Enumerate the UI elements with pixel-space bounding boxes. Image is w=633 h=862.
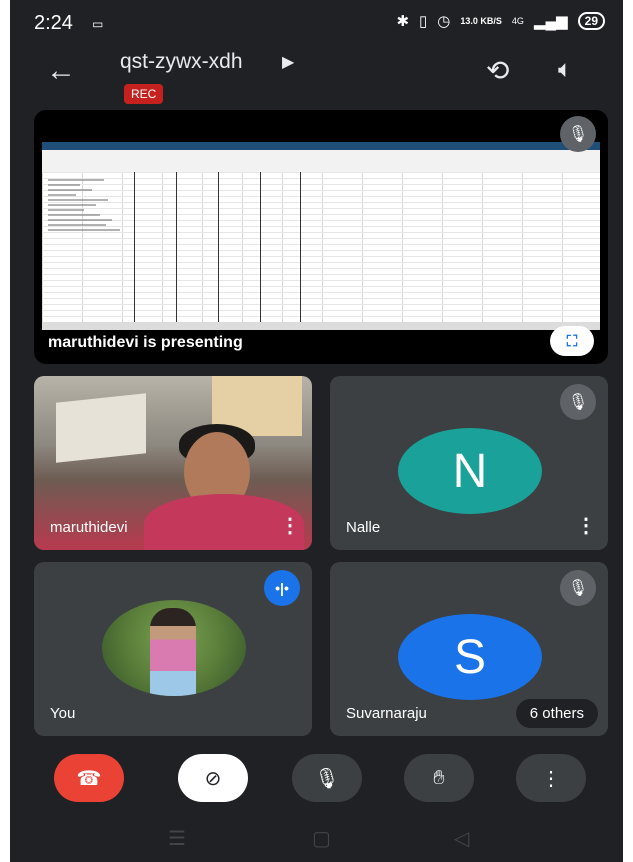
raise-hand-button[interactable]: ✋︎ (404, 754, 474, 802)
speaker-icon[interactable]: 🔈︎ (558, 56, 572, 84)
mic-icon: 🎙︎ (314, 767, 340, 790)
participant-tile-you[interactable]: •|• You (34, 562, 312, 736)
excel-sheet-tabs (42, 322, 600, 330)
more-vert-icon: ⋮ (541, 767, 561, 790)
phone-hangup-icon: ☎ (76, 767, 102, 790)
meet-app-screen: 2:24 ▭ ✱ ▯ ◷ 13.0 KB/S 4G ▂▄▆ 29 ← qst-z… (10, 0, 623, 862)
avatar: S (398, 614, 542, 700)
bluetooth-icon: ✱ (396, 13, 410, 30)
signal-icon: ▂▄▆ (533, 13, 568, 30)
avatar: N (398, 428, 542, 514)
participant-name: Suvarnaraju (346, 705, 427, 722)
app-bar: ← qst-zywx-xdh ▶ REC ⟲ 🔈︎ (10, 44, 623, 114)
status-time: 2:24 (34, 12, 73, 34)
participant-name: maruthidevi (50, 519, 128, 536)
speaking-indicator-icon: •|• (264, 570, 300, 606)
microphone-button[interactable]: 🎙︎ (292, 754, 362, 802)
meeting-code[interactable]: qst-zywx-xdh (120, 50, 243, 74)
hand-icon: ✋︎ (433, 766, 445, 789)
alarm-icon: ◷ (437, 13, 451, 30)
excel-column-a (48, 176, 128, 276)
excel-ribbon (42, 150, 600, 173)
fullscreen-icon[interactable]: ⛶ (550, 326, 594, 356)
vibrate-icon: ▯ (419, 13, 428, 30)
caret-right-icon[interactable]: ▶ (282, 52, 294, 72)
participant-tile-maruthidevi[interactable]: maruthidevi ⋮ (34, 376, 312, 550)
presenting-label: maruthidevi is presenting (48, 334, 243, 351)
presentation-tile[interactable]: 🎙︎ maruthidevi is presenting ⛶ (34, 110, 608, 364)
excel-title-bar (42, 142, 600, 150)
more-vert-icon[interactable]: ⋮ (280, 513, 300, 538)
screen-record-icon: ▭ (92, 17, 104, 31)
more-vert-icon[interactable]: ⋮ (576, 513, 596, 538)
network-speed: 13.0 KB/S (460, 16, 502, 26)
camera-toggle-button[interactable]: ⊘ (178, 754, 248, 802)
mic-off-icon: 🎙︎ (560, 116, 596, 152)
avatar (102, 600, 246, 696)
participant-name: You (50, 705, 76, 722)
status-icons: ✱ ▯ ◷ 13.0 KB/S 4G ▂▄▆ 29 (396, 12, 605, 30)
excel-grid (42, 172, 600, 322)
system-nav-bar: ☰ ▢ ◁ (10, 816, 623, 862)
recents-icon[interactable]: ☰ (168, 826, 186, 851)
mic-off-icon: 🎙︎ (560, 570, 596, 606)
participant-tile-suvarnaraju[interactable]: 🎙︎ S Suvarnaraju 6 others (330, 562, 608, 736)
call-controls: ☎ ⊘ 🎙︎ ✋︎ ⋮ (10, 754, 623, 810)
camera-off-icon: ⊘ (204, 767, 222, 790)
back-arrow-icon[interactable]: ← (46, 54, 76, 88)
participant-name: Nalle (346, 519, 381, 536)
rec-badge: REC (124, 84, 164, 104)
others-count-button[interactable]: 6 others (515, 699, 598, 728)
mic-off-icon: 🎙︎ (560, 384, 596, 420)
more-options-button[interactable]: ⋮ (516, 754, 586, 802)
home-icon[interactable]: ▢ (312, 826, 331, 851)
back-icon[interactable]: ◁ (454, 826, 469, 851)
end-call-button[interactable]: ☎ (54, 754, 124, 802)
signal-label: 4G (511, 16, 524, 26)
switch-camera-icon[interactable]: ⟲ (486, 54, 509, 87)
shared-screen-spreadsheet (42, 142, 600, 330)
status-bar: 2:24 ▭ ✱ ▯ ◷ 13.0 KB/S 4G ▂▄▆ 29 (10, 0, 623, 44)
battery-icon: 29 (577, 12, 605, 30)
participant-tile-nalle[interactable]: 🎙︎ N Nalle ⋮ (330, 376, 608, 550)
